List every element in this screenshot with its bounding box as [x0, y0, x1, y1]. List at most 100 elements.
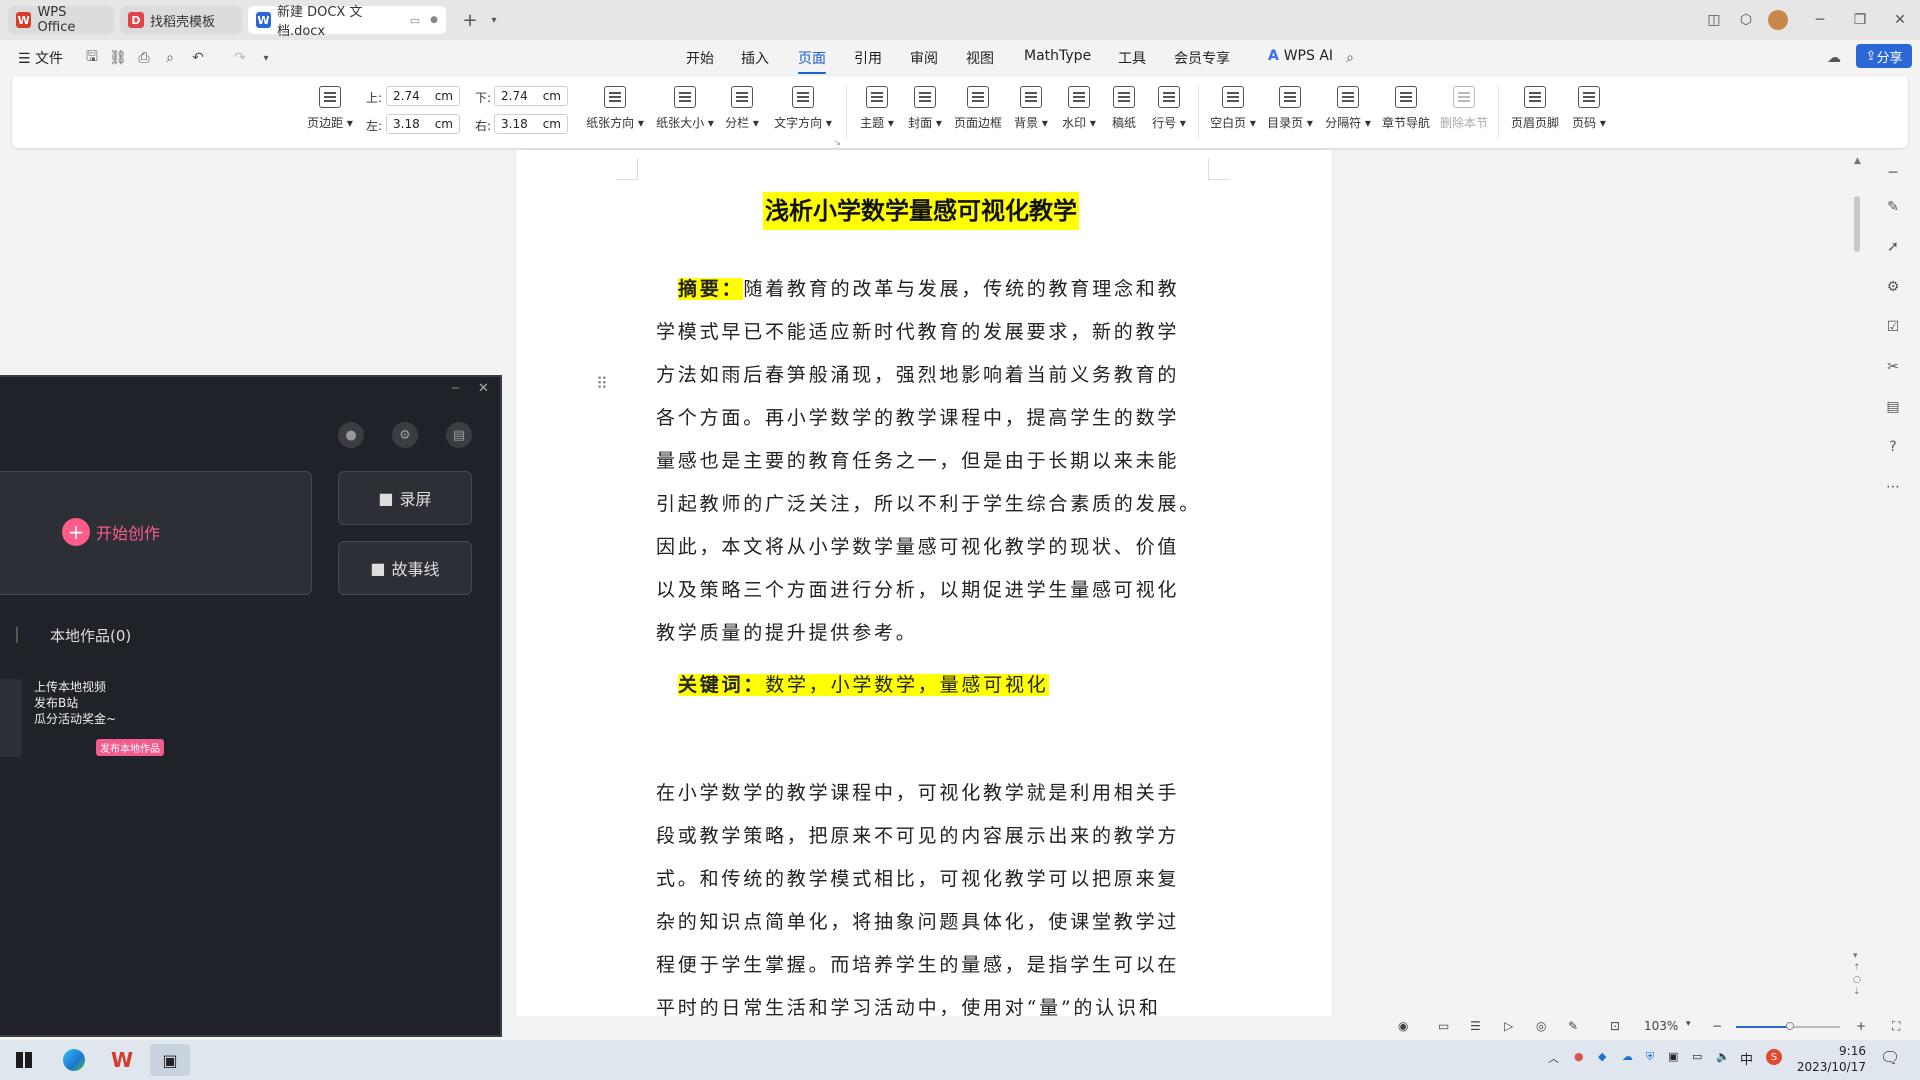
monitor-icon[interactable]: ▭ [410, 14, 420, 27]
margin-bottom-input[interactable]: 2.74 cm [494, 86, 568, 106]
undo-icon[interactable]: ↶ [188, 48, 208, 68]
collapse-icon[interactable]: ─ [1884, 164, 1902, 182]
orientation-button[interactable]: 纸张方向 ▾ [582, 84, 648, 140]
section-nav-button[interactable]: 章节导航 [1378, 84, 1434, 140]
document-title[interactable]: 浅析小学数学量感可视化教学 [763, 192, 1079, 230]
tab-wps-office[interactable]: W WPS Office [8, 5, 114, 35]
print-preview-icon[interactable]: ⌕ [160, 48, 180, 68]
paper-size-button[interactable]: 纸张大小 ▾ [652, 84, 718, 140]
wps-taskbar-icon[interactable]: W [102, 1044, 142, 1076]
cover-button[interactable]: 封面 ▾ [902, 84, 948, 140]
layout-icon[interactable]: ◫ [1700, 8, 1728, 32]
ime-indicator[interactable]: 中 [1740, 1049, 1753, 1068]
page-number-button[interactable]: 页码 ▾ [1566, 84, 1612, 140]
search-icon[interactable]: ⌕ [1340, 48, 1360, 68]
zoom-slider[interactable] [1736, 1022, 1840, 1030]
tab-docer-templates[interactable]: D 找稻壳模板 [120, 6, 242, 34]
menu-page[interactable]: 页面 [798, 48, 826, 74]
close-icon[interactable]: ✕ [1886, 8, 1914, 32]
menu-tools[interactable]: 工具 [1118, 48, 1146, 68]
page-view-icon[interactable]: ▭ [1438, 1019, 1449, 1033]
background-button[interactable]: 背景 ▾ [1008, 84, 1054, 140]
columns-button[interactable]: 分栏 ▾ [718, 84, 766, 140]
web-icon[interactable]: ◎ [1536, 1019, 1546, 1033]
page-border-button[interactable]: 页面边框 [950, 84, 1006, 140]
avatar[interactable] [1764, 8, 1792, 32]
menu-insert[interactable]: 插入 [741, 48, 769, 68]
tools-icon[interactable]: ✂ [1884, 358, 1902, 376]
page-nav-icon[interactable]: ▾ ⇡ ○ ⇣ [1853, 950, 1861, 998]
share-button[interactable]: ⇪ 分享 [1856, 44, 1912, 68]
drag-handle-icon[interactable]: ⠿ [596, 374, 608, 393]
theme-button[interactable]: 主题 ▾ [854, 84, 900, 140]
zoom-out-icon[interactable]: − [1712, 1019, 1722, 1033]
body-paragraph[interactable]: 在小学数学的教学课程中，可视化教学就是利用相关手 段或教学策略，把原来不可见的内… [656, 772, 1216, 1019]
zoom-level[interactable]: 103% [1644, 1019, 1678, 1033]
promo-thumbnail[interactable] [0, 679, 22, 757]
panel-close-icon[interactable]: ✕ [478, 381, 489, 396]
tray-cloud-icon[interactable]: ☁ [1622, 1050, 1633, 1063]
menu-member[interactable]: 会员专享 [1174, 48, 1230, 68]
toc-page-button[interactable]: 目录页 ▾ [1262, 84, 1318, 140]
margin-top-input[interactable]: 2.74 cm [386, 86, 460, 106]
document-page[interactable]: 浅析小学数学量感可视化教学 ⠿ 摘要：随着教育的改革与发展，传统的教育理念和教 … [516, 150, 1332, 1019]
blank-page-button[interactable]: 空白页 ▾ [1206, 84, 1260, 140]
minimize-icon[interactable]: ─ [1806, 8, 1834, 32]
start-create-card[interactable]: + 开始创作 [0, 471, 312, 595]
ribbon-expand-icon[interactable]: ↘ [834, 138, 841, 147]
keywords-paragraph[interactable]: 关键词：数学，小学数学，量感可视化 [656, 664, 1238, 707]
text-direction-button[interactable]: 文字方向 ▾ [770, 84, 836, 140]
redo-icon[interactable]: ↷ [230, 48, 250, 68]
menu-view[interactable]: 视图 [966, 48, 994, 68]
menu-mathtype[interactable]: MathType [1024, 48, 1091, 64]
wps-ai-button[interactable]: A WPS AI [1268, 48, 1333, 64]
file-menu[interactable]: ☰ 文件 [18, 48, 63, 68]
scrollbar-thumb[interactable] [1854, 196, 1860, 252]
menu-review[interactable]: 审阅 [910, 48, 938, 68]
tray-bluetooth-icon[interactable]: ◆ [1598, 1050, 1606, 1063]
margins-button[interactable]: 页边距 ▾ [302, 84, 358, 140]
tray-network-icon[interactable]: ▭ [1692, 1050, 1702, 1063]
link-icon[interactable]: ⛓ [108, 48, 128, 68]
margin-left-input[interactable]: 3.18 cm [386, 114, 460, 134]
clock[interactable]: 9:16 2023/10/17 [1794, 1043, 1866, 1075]
fit-icon[interactable]: ⊡ [1610, 1019, 1620, 1033]
cloud-icon[interactable]: ☁ [1824, 48, 1844, 68]
eye-icon[interactable]: ◉ [1398, 1019, 1408, 1033]
delete-section-button[interactable]: 删除本节 [1436, 84, 1492, 140]
book-icon[interactable]: ▤ [1884, 398, 1902, 416]
user-icon[interactable]: ● [338, 422, 364, 448]
zoom-in-icon[interactable]: + [1856, 1019, 1866, 1033]
more-icon[interactable]: ⋯ [1884, 478, 1902, 496]
manuscript-button[interactable]: 稿纸 [1104, 84, 1144, 140]
zoom-chevron-icon[interactable]: ▾ [1686, 1019, 1691, 1029]
publish-local-button[interactable]: 发布本地作品 [96, 739, 164, 756]
panel-minimize-icon[interactable]: ─ [452, 381, 459, 395]
sogou-icon[interactable]: S [1766, 1049, 1782, 1065]
margin-right-input[interactable]: 3.18 cm [494, 114, 568, 134]
tray-chevron-icon[interactable]: ︿ [1548, 1050, 1559, 1066]
cube-icon[interactable]: ⬡ [1732, 8, 1760, 32]
notification-icon[interactable]: 🗨 [1880, 1048, 1900, 1067]
storyline-button[interactable]: ■ 故事线 [338, 541, 472, 595]
edge-icon[interactable] [54, 1044, 94, 1076]
more-chevron-icon[interactable]: ▾ [256, 48, 276, 68]
tab-document[interactable]: W 新建 DOCX 文档.docx ▭ ● [248, 5, 446, 39]
windows-start-icon[interactable] [4, 1044, 44, 1076]
message-icon[interactable]: ▤ [446, 422, 472, 448]
settings-icon[interactable]: ⚙ [392, 422, 418, 448]
record-screen-button[interactable]: ■ 录屏 [338, 471, 472, 525]
tray-record-icon[interactable]: ● [1574, 1050, 1584, 1063]
adjust-icon[interactable]: ⚙ [1884, 278, 1902, 296]
tray-shield-icon[interactable]: ⛨ [1646, 1050, 1654, 1064]
separator-button[interactable]: 分隔符 ▾ [1320, 84, 1376, 140]
check-icon[interactable]: ☑ [1884, 318, 1902, 336]
select-cursor-icon[interactable]: ➚ [1884, 238, 1902, 256]
watermark-button[interactable]: 水印 ▾ [1056, 84, 1102, 140]
tab-list-chevron-icon[interactable]: ▾ [480, 8, 508, 32]
save-icon[interactable]: 🖫 [82, 48, 102, 68]
header-footer-button[interactable]: 页眉页脚 [1506, 84, 1564, 140]
menu-start[interactable]: 开始 [686, 48, 714, 68]
play-icon[interactable]: ▷ [1504, 1019, 1513, 1033]
local-works-label[interactable]: 本地作品(0) [50, 625, 131, 646]
